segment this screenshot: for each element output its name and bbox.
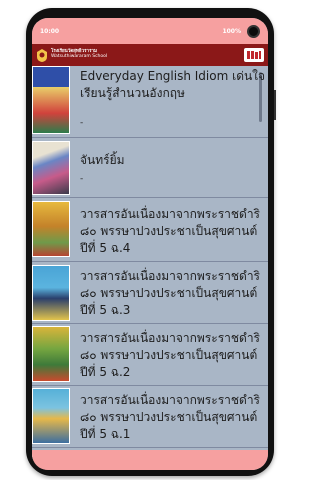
camera-icon xyxy=(247,24,260,38)
book-subtitle: - xyxy=(80,368,84,378)
list-divider xyxy=(32,323,268,324)
book-title[interactable]: วารสารอันเนื่องมาจากพระราชดำริ ๘๐ พรรษาป… xyxy=(80,268,266,319)
book-list[interactable]: Edveryday English Idiom เด่นใจ เรียนรู้ส… xyxy=(32,66,268,470)
status-bar: 10:00 100% xyxy=(32,18,268,44)
book-cover[interactable] xyxy=(32,265,70,321)
book-subtitle: - xyxy=(80,306,84,316)
book-title[interactable]: จันทร์ยิ้ม xyxy=(80,152,266,169)
book-subtitle: - xyxy=(80,244,84,254)
book-cover[interactable] xyxy=(32,326,70,382)
app-header: โรงเรียนวัดสุทธิวราราม Watsuthiwararam S… xyxy=(32,44,268,66)
book-subtitle: - xyxy=(80,174,84,184)
list-divider xyxy=(32,261,268,262)
list-divider xyxy=(32,385,268,386)
book-cover[interactable] xyxy=(32,201,70,257)
book-cover[interactable] xyxy=(32,141,70,195)
book-title[interactable]: วารสารอันเนื่องมาจากพระราชดำริ ๘๐ พรรษาป… xyxy=(80,330,266,381)
book-title[interactable]: วารสารอันเนื่องมาจากพระราชดำริ ๘๐ พรรษาป… xyxy=(80,392,266,443)
book-title[interactable]: Edveryday English Idiom เด่นใจ เรียนรู้ส… xyxy=(80,68,266,102)
bottom-navigation-bar xyxy=(32,450,268,470)
phone-side-button xyxy=(274,90,276,120)
book-cover[interactable] xyxy=(32,388,70,444)
book-subtitle: - xyxy=(80,118,84,128)
book-cover[interactable] xyxy=(32,66,70,134)
list-divider xyxy=(32,447,268,448)
school-logo-icon xyxy=(36,48,48,62)
list-divider xyxy=(32,137,268,138)
list-divider xyxy=(32,197,268,198)
school-name-english: Watsuthiwararam School xyxy=(51,54,108,59)
status-right: 100% xyxy=(222,24,260,38)
battery-level: 100% xyxy=(222,27,241,35)
library-books-icon[interactable] xyxy=(244,48,264,62)
book-subtitle: - xyxy=(80,430,84,440)
app-screen: 10:00 100% โรงเรียนวัดสุทธิวราราม Watsut… xyxy=(32,18,268,470)
book-title[interactable]: วารสารอันเนื่องมาจากพระราชดำริ ๘๐ พรรษาป… xyxy=(80,206,266,257)
school-name: โรงเรียนวัดสุทธิวราราม Watsuthiwararam S… xyxy=(51,50,107,59)
status-time: 10:00 xyxy=(40,27,60,35)
